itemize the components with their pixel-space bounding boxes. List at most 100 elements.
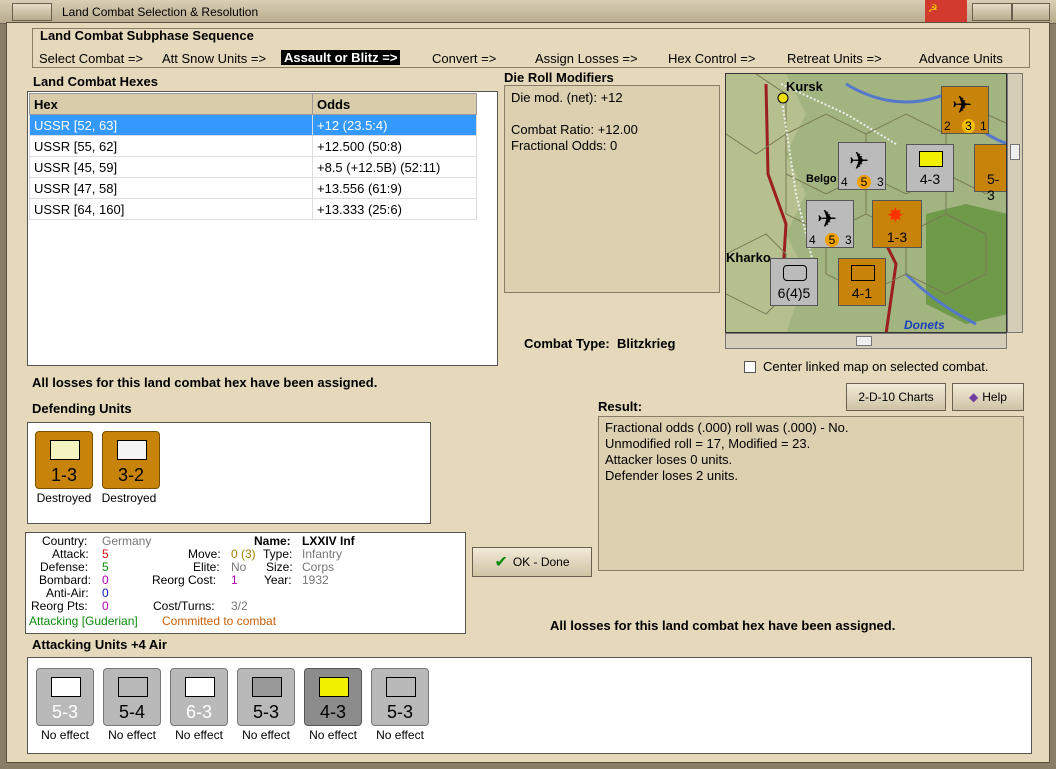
book-icon: ◆ — [969, 390, 979, 404]
step-retreat-units: Retreat Units => — [787, 51, 882, 66]
defender-status: Destroyed — [101, 491, 157, 505]
help-label: Help — [982, 390, 1007, 404]
help-button[interactable]: ◆ Help — [952, 383, 1024, 411]
checkmark-icon: ✔ — [494, 554, 508, 571]
counter-val: 4-3 — [919, 171, 941, 187]
motorized-symbol-icon — [252, 677, 282, 697]
counter-val: 6(4)5 — [777, 285, 811, 301]
counter-value: 5-3 — [51, 702, 78, 722]
hexes-title: Land Combat Hexes — [33, 74, 158, 89]
map-counter-5-3[interactable]: 5-3 — [974, 144, 1006, 203]
step-att-snow-units: Att Snow Units => — [162, 51, 267, 66]
center-map-checkbox[interactable] — [744, 361, 756, 373]
charts-button[interactable]: 2-D-10 Charts — [846, 383, 946, 411]
defending-title: Defending Units — [32, 401, 132, 416]
infantry-symbol-icon — [319, 677, 349, 697]
defender-counter-1[interactable]: 1-3 — [35, 431, 93, 489]
hexes-list[interactable]: Hex Odds USSR [52, 63] +12 (23.5:4) USSR … — [27, 91, 498, 366]
committed-status: Committed to combat — [162, 614, 277, 628]
minimize-button[interactable] — [972, 3, 1012, 21]
combat-type: Combat Type: Blitzkrieg — [524, 336, 675, 351]
infantry-symbol-icon — [118, 677, 148, 697]
attacker-status: No effect — [376, 728, 424, 742]
attacker-counter-3[interactable]: 6-3 — [170, 668, 228, 726]
odds-cell: +12 (23.5:4) — [312, 114, 477, 136]
counter-value: 5-3 — [252, 702, 279, 722]
die-roll-title: Die Roll Modifiers — [504, 70, 614, 85]
counter-val: 4 — [841, 175, 848, 189]
odds-cell: +12.500 (50:8) — [312, 135, 477, 157]
counter-val: 3 — [877, 175, 884, 189]
die-roll-panel: Die mod. (net): +12 Combat Ratio: +12.00… — [504, 85, 720, 293]
die-blank-line — [511, 106, 713, 122]
aircraft-icon: ✈ — [817, 206, 838, 233]
counter-value: 5-3 — [386, 702, 413, 722]
title-bar: Land Combat Selection & Resolution ☭ — [0, 0, 1056, 24]
map-counter-target-1-3[interactable]: ✸ 1-3 — [872, 200, 922, 248]
col-header-hex[interactable]: Hex — [29, 93, 313, 115]
attacker-counter-1[interactable]: 5-3 — [36, 668, 94, 726]
attacker-counter-4[interactable]: 5-3 — [237, 668, 295, 726]
result-line: Attacker loses 0 units. — [605, 452, 733, 467]
map-counter-6-4-5[interactable]: 6(4)5 — [770, 258, 818, 306]
armor-symbol-icon — [783, 265, 807, 281]
defender-counter-2[interactable]: 3-2 — [102, 431, 160, 489]
map-horizontal-scrollbar[interactable] — [725, 333, 1007, 349]
table-row[interactable]: USSR [45, 59] +8.5 (+12.5B) (52:11) — [29, 156, 477, 178]
map-counter-air-german[interactable]: ✈ 2 3 1 — [941, 86, 989, 134]
ok-done-label: OK - Done — [512, 555, 570, 569]
attacker-counter-6[interactable]: 5-3 — [371, 668, 429, 726]
counter-val: 4-1 — [851, 285, 873, 301]
combat-explosion-icon: ✸ — [887, 205, 904, 227]
col-header-odds[interactable]: Odds — [312, 93, 477, 115]
map-vertical-scrollbar[interactable] — [1007, 73, 1023, 333]
map-label-donets: Donets — [904, 318, 945, 332]
infantry-symbol-icon — [50, 440, 80, 460]
scroll-thumb[interactable] — [1010, 144, 1020, 160]
counter-val: 2 — [944, 119, 951, 133]
infantry-symbol-icon — [386, 677, 416, 697]
map-counter-air-1[interactable]: ✈ 4 5 3 — [838, 142, 886, 190]
counter-value: 5-4 — [118, 702, 145, 722]
map-counter-air-2[interactable]: ✈ 4 5 3 — [806, 200, 854, 248]
close-button[interactable]: ☭ — [925, 0, 967, 22]
linked-map[interactable]: Kursk Belgo Kharko Donets ✈ 2 3 1 ✈ 4 5 … — [725, 73, 1007, 333]
year-label: Year: — [264, 573, 292, 587]
defender-status: Destroyed — [36, 491, 92, 505]
scroll-thumb[interactable] — [856, 336, 872, 346]
attacker-counter-5-selected[interactable]: 4-3 — [304, 668, 362, 726]
map-counter-4-1[interactable]: 4-1 — [838, 258, 886, 306]
ok-done-button[interactable]: ✔ OK - Done — [472, 547, 592, 577]
hexes-table: Hex Odds USSR [52, 63] +12 (23.5:4) USSR … — [29, 93, 477, 220]
map-label-belgorod: Belgo — [806, 173, 837, 185]
table-row[interactable]: USSR [47, 58] +13.556 (61:9) — [29, 177, 477, 199]
maximize-button[interactable] — [1012, 3, 1050, 21]
step-hex-control: Hex Control => — [668, 51, 756, 66]
combat-type-value: Blitzkrieg — [616, 336, 676, 351]
result-line: Defender loses 2 units. — [605, 468, 738, 483]
counter-value: 6-3 — [185, 702, 212, 722]
table-row[interactable]: USSR [64, 160] +13.333 (25:6) — [29, 198, 477, 220]
reorg-cost-value: 1 — [231, 573, 238, 587]
attacker-counter-2[interactable]: 5-4 — [103, 668, 161, 726]
hex-cell: USSR [52, 63] — [29, 114, 313, 136]
system-menu-button[interactable] — [12, 3, 52, 21]
hex-cell: USSR [45, 59] — [29, 156, 313, 178]
cost-turns-value: 3/2 — [231, 599, 248, 613]
attacking-title: Attacking Units +4 Air — [32, 637, 167, 652]
subphase-title: Land Combat Subphase Sequence — [40, 28, 254, 43]
combat-type-label: Combat Type: — [524, 336, 610, 351]
map-counter-infantry-4-3[interactable]: 4-3 — [906, 144, 954, 192]
country-value: Germany — [102, 534, 152, 548]
counter-val: 3 — [962, 119, 975, 133]
table-row[interactable]: USSR [52, 63] +12 (23.5:4) — [29, 114, 477, 136]
center-map-label: Center linked map on selected combat. — [763, 359, 989, 374]
step-advance-units: Advance Units — [919, 51, 1003, 66]
result-line: Fractional odds (.000) roll was (.000) -… — [605, 420, 849, 435]
hex-cell: USSR [55, 62] — [29, 135, 313, 157]
table-row[interactable]: USSR [55, 62] +12.500 (50:8) — [29, 135, 477, 157]
step-convert: Convert => — [432, 51, 497, 66]
mountain-infantry-symbol-icon — [185, 677, 215, 697]
counter-val: 1-3 — [886, 229, 908, 245]
counter-val: 3 — [845, 233, 852, 247]
